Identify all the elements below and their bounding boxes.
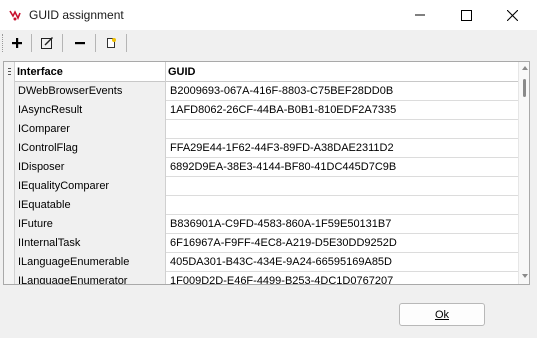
table-row[interactable]: IControlFlag FFA29E44-1F62-44F3-89FD-A38D…: [4, 139, 518, 158]
guid-cell[interactable]: 6F16967A-F9FF-4EC8-A219-D5E30DD9252D: [166, 234, 518, 253]
guid-cell[interactable]: 405DA301-B43C-434E-9A24-66595169A85D: [166, 253, 518, 272]
row-indicator[interactable]: [4, 101, 15, 120]
toolbar-separator: [31, 34, 32, 52]
guid-grid[interactable]: Interface GUID DWebBrowserEvents B2009693…: [3, 61, 530, 285]
column-header-guid[interactable]: GUID: [166, 62, 518, 82]
plus-icon: [12, 38, 22, 48]
column-header-interface[interactable]: Interface: [15, 62, 166, 82]
new-guid-icon: [107, 38, 116, 48]
table-row[interactable]: ILanguageEnumerable 405DA301-B43C-434E-9A…: [4, 253, 518, 272]
guid-cell[interactable]: B836901A-C9FD-4583-860A-1F59E50131B7: [166, 215, 518, 234]
guid-cell[interactable]: FFA29E44-1F62-44F3-89FD-A38DAE2311D2: [166, 139, 518, 158]
table-row[interactable]: IDisposer 6892D9EA-38E3-4144-BF80-41DC445…: [4, 158, 518, 177]
title-bar: GUID assignment: [0, 0, 537, 30]
interface-cell[interactable]: ILanguageEnumerable: [15, 253, 166, 272]
row-indicator[interactable]: [4, 158, 15, 177]
table-row[interactable]: ILanguageEnumerator 1F009D2D-E46F-4499-B2…: [4, 272, 518, 284]
row-indicator[interactable]: [4, 272, 15, 284]
scroll-up-arrow-icon[interactable]: [522, 66, 528, 70]
interface-cell[interactable]: IEqualityComparer: [15, 177, 166, 196]
interface-cell[interactable]: IControlFlag: [15, 139, 166, 158]
interface-cell[interactable]: DWebBrowserEvents: [15, 82, 166, 101]
table-row[interactable]: IFuture B836901A-C9FD-4583-860A-1F59E5013…: [4, 215, 518, 234]
row-indicator[interactable]: [4, 177, 15, 196]
table-row[interactable]: IComparer: [4, 120, 518, 139]
edit-icon: [41, 37, 53, 49]
maximize-icon: [460, 9, 472, 21]
row-indicator[interactable]: [4, 120, 15, 139]
toolbar: [0, 30, 537, 56]
vertical-scrollbar[interactable]: [518, 62, 529, 284]
toolbar-grip[interactable]: [2, 34, 4, 52]
row-indicator[interactable]: [4, 82, 15, 101]
interface-cell[interactable]: ILanguageEnumerator: [15, 272, 166, 284]
guid-cell[interactable]: 1F009D2D-E46F-4499-B253-4DC1D0767207: [166, 272, 518, 284]
table-row[interactable]: DWebBrowserEvents B2009693-067A-416F-8803…: [4, 82, 518, 101]
table-row[interactable]: IEqualityComparer: [4, 177, 518, 196]
table-row[interactable]: IEquatable: [4, 196, 518, 215]
window-title: GUID assignment: [29, 8, 124, 22]
scrollbar-thumb[interactable]: [523, 79, 526, 97]
minimize-button[interactable]: [397, 0, 443, 30]
interface-cell[interactable]: IComparer: [15, 120, 166, 139]
delphi-app-icon: [7, 7, 23, 23]
guid-cell[interactable]: [166, 120, 518, 139]
row-indicator[interactable]: [4, 253, 15, 272]
guid-cell[interactable]: B2009693-067A-416F-8803-C75BEF28DD0B: [166, 82, 518, 101]
interface-cell[interactable]: IAsyncResult: [15, 101, 166, 120]
toolbar-separator: [95, 34, 96, 52]
ok-button[interactable]: Ok: [399, 303, 485, 326]
interface-cell[interactable]: IInternalTask: [15, 234, 166, 253]
close-icon: [506, 9, 518, 21]
table-row[interactable]: IAsyncResult 1AFD8062-26CF-44BA-B0B1-810E…: [4, 101, 518, 120]
row-indicator[interactable]: [4, 196, 15, 215]
ok-button-label: Ok: [434, 308, 450, 321]
minimize-icon: [415, 14, 425, 16]
toolbar-separator: [62, 34, 63, 52]
edit-button[interactable]: [36, 33, 58, 53]
table-row[interactable]: IInternalTask 6F16967A-F9FF-4EC8-A219-D5E…: [4, 234, 518, 253]
guid-cell[interactable]: 1AFD8062-26CF-44BA-B0B1-810EDF2A7335: [166, 101, 518, 120]
toolbar-separator: [126, 34, 127, 52]
row-indicator[interactable]: [4, 215, 15, 234]
close-button[interactable]: [489, 0, 535, 30]
minus-icon: [75, 42, 85, 45]
grid-rows: DWebBrowserEvents B2009693-067A-416F-8803…: [4, 82, 518, 284]
maximize-button[interactable]: [443, 0, 489, 30]
remove-button[interactable]: [69, 33, 91, 53]
guid-cell[interactable]: [166, 196, 518, 215]
interface-cell[interactable]: IDisposer: [15, 158, 166, 177]
generate-guid-button[interactable]: [100, 33, 122, 53]
interface-cell[interactable]: IFuture: [15, 215, 166, 234]
row-indicator[interactable]: [4, 139, 15, 158]
interface-cell[interactable]: IEquatable: [15, 196, 166, 215]
row-indicator-header[interactable]: [4, 62, 15, 82]
guid-cell[interactable]: 6892D9EA-38E3-4144-BF80-41DC445D7C9B: [166, 158, 518, 177]
guid-cell[interactable]: [166, 177, 518, 196]
scroll-down-arrow-icon[interactable]: [522, 274, 528, 278]
grid-header: Interface GUID: [4, 62, 518, 82]
add-button[interactable]: [6, 33, 28, 53]
row-indicator[interactable]: [4, 234, 15, 253]
